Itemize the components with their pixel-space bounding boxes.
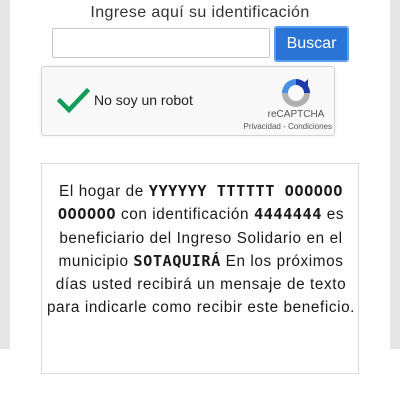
id-input[interactable]: [52, 28, 270, 58]
captcha-brand: reCAPTCHA: [267, 109, 325, 120]
result-card: El hogar de YYYYYY TTTTTT OOOOOO OOOOOO …: [41, 163, 359, 374]
recaptcha-logo-icon: [278, 75, 314, 111]
result-text-2: con identificación: [116, 206, 254, 224]
search-button[interactable]: Buscar: [274, 26, 349, 62]
id-prompt-label: Ingrese aquí su identificación: [90, 4, 310, 21]
captcha-privacy-links[interactable]: Privacidad - Condiciones: [232, 122, 333, 131]
recaptcha-widget: No soy un robot reCAPTCHA Privacidad - C…: [41, 66, 335, 136]
municipality-name: SOTAQUIRÁ: [133, 251, 221, 270]
captcha-label: No soy un robot: [94, 92, 193, 108]
result-message: El hogar de YYYYYY TTTTTT OOOOOO OOOOOO …: [44, 180, 358, 320]
identification-number: 4444444: [253, 205, 322, 224]
left-edge: [0, 0, 10, 349]
check-icon[interactable]: [56, 83, 91, 117]
right-edge: [390, 0, 400, 349]
result-text-1: El hogar de: [59, 183, 149, 200]
